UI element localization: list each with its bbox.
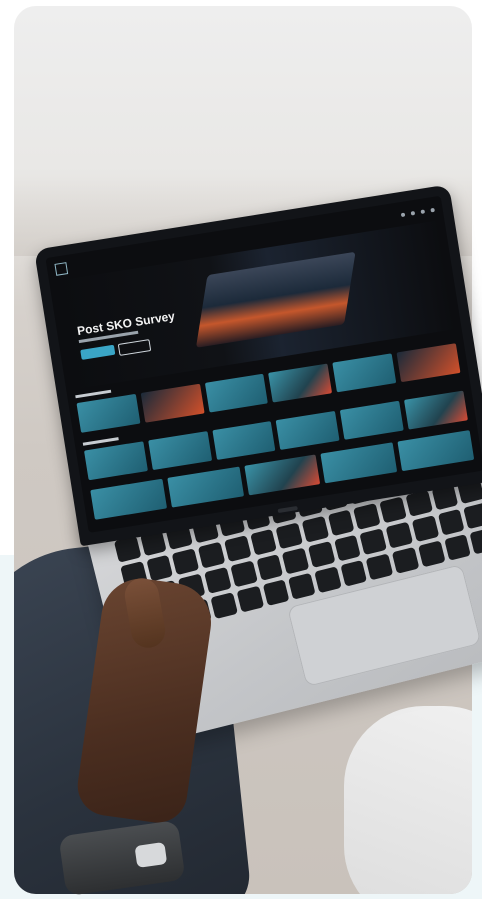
keyboard-key (301, 515, 329, 543)
bezel-notch (277, 505, 298, 514)
keyboard-key (391, 546, 420, 574)
search-icon (400, 212, 406, 218)
keyboard-key (359, 528, 388, 556)
content-tile (397, 430, 475, 472)
keyboard-key (236, 585, 264, 613)
keyboard-key (340, 559, 368, 587)
content-tile (276, 410, 340, 450)
section-label (75, 389, 112, 399)
laptop-display: Post SKO Survey (45, 195, 482, 533)
keyboard-key (463, 502, 482, 530)
hero-primary-button (80, 344, 116, 360)
content-tile (268, 363, 333, 403)
content-tile (212, 421, 276, 460)
content-tile (148, 431, 212, 471)
keyboard-key (385, 521, 414, 549)
bookmark-icon (410, 210, 416, 216)
keyboard-key (275, 522, 304, 550)
content-tile (84, 441, 148, 481)
avatar (430, 207, 435, 213)
keyboard-key (353, 502, 381, 530)
keyboard-key (443, 534, 472, 561)
blurred-foreground (344, 706, 472, 894)
keyboard-key (437, 508, 465, 536)
content-tile (404, 390, 468, 430)
section-label (82, 437, 119, 446)
laptop-screen-lid: Post SKO Survey (34, 184, 482, 547)
keyboard-key (469, 527, 482, 555)
watch-face (134, 841, 168, 868)
keyboard-key (411, 515, 439, 543)
keyboard-key (262, 579, 290, 607)
keyboard-key (314, 566, 342, 594)
keyboard-key (197, 541, 226, 569)
keyboard-key (146, 554, 174, 582)
content-tile (204, 373, 269, 413)
content-tile (320, 442, 398, 484)
content-tile (396, 343, 461, 383)
app-logo-icon (54, 262, 69, 276)
keyboard-key (230, 560, 258, 588)
keyboard-key (288, 572, 316, 600)
content-tile (90, 478, 167, 520)
keyboard-key (210, 592, 238, 620)
keyboard-key (417, 540, 446, 568)
hero-image (195, 251, 356, 348)
content-tile (340, 400, 404, 440)
hero-secondary-button (117, 339, 152, 356)
keyboard-key (256, 554, 284, 581)
keyboard-key (307, 541, 336, 568)
keyboard-key (327, 509, 355, 537)
content-tile (76, 393, 141, 433)
content-tile (167, 466, 244, 508)
content-tile (332, 353, 397, 393)
keyboard-key (223, 535, 252, 563)
keyboard-key (204, 566, 232, 594)
keyboard-key (249, 528, 278, 556)
content-tile (140, 383, 205, 423)
keyboard-key (281, 547, 310, 575)
bell-icon (420, 209, 426, 214)
keyboard-key (379, 496, 407, 524)
content-tile (243, 454, 321, 496)
keyboard-key (366, 553, 394, 581)
keyboard-key (333, 534, 362, 562)
keyboard-key (171, 548, 200, 576)
